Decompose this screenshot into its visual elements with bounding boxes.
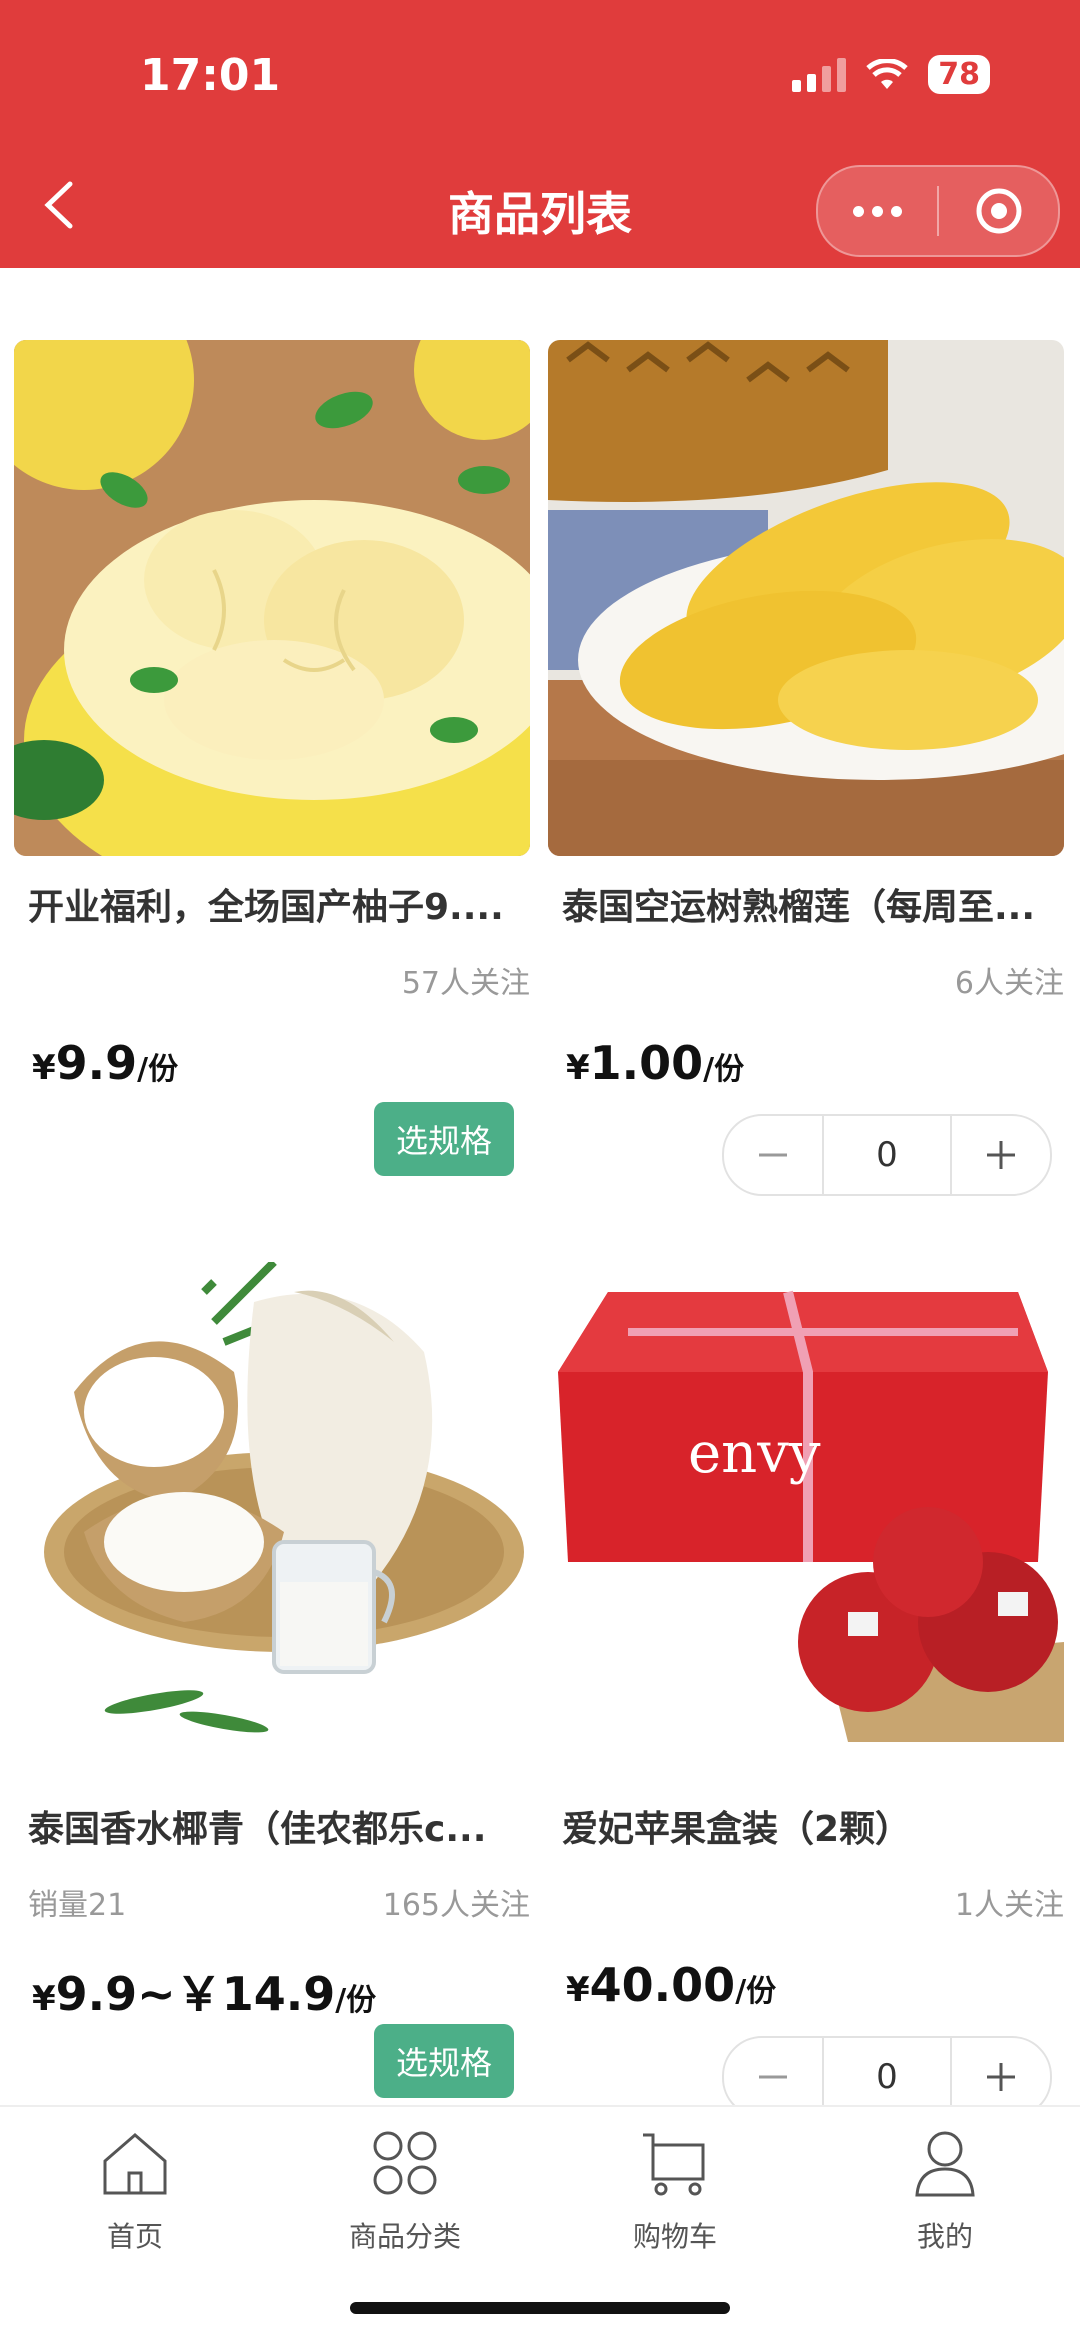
product-meta: 6人关注 xyxy=(548,958,1064,1002)
battery-indicator: 78 xyxy=(928,55,990,94)
product-price: ¥40.00/份 xyxy=(548,1958,1064,2012)
product-card[interactable]: 泰国香水椰青（佳农都乐c... 销量21 165人关注 ¥9.9~￥14.9/份… xyxy=(14,1262,530,2098)
product-name: 爱妃苹果盒装（2颗） xyxy=(562,1809,912,1850)
product-image-apple-box[interactable]: envy xyxy=(548,1262,1064,1778)
select-spec-button[interactable]: 选规格 xyxy=(373,1102,514,1176)
product-card[interactable]: 泰国空运树熟榴莲（每周至... 6人关注 ¥1.00/份 0 xyxy=(548,340,1064,1196)
decrease-button[interactable] xyxy=(724,1116,822,1194)
nav-item-home[interactable]: 首页 xyxy=(45,2127,225,2255)
nav-label: 首页 xyxy=(106,2220,163,2253)
product-image-durian[interactable] xyxy=(548,340,1064,856)
product-card[interactable]: 开业福利，全场国产柚子9.... 57人关注 ¥9.9/份 选规格 xyxy=(14,340,530,1176)
mini-program-capsule xyxy=(816,165,1060,257)
product-card[interactable]: envy 爱妃苹果盒装（2颗） 1人关注 ¥40.00/份 0 xyxy=(548,1262,1064,2118)
followers-count: 165人关注 xyxy=(382,1888,530,1923)
product-price: ¥1.00/份 xyxy=(548,1036,1064,1090)
close-target-icon[interactable] xyxy=(939,186,1058,236)
product-name: 开业福利，全场国产柚子9.... xyxy=(28,887,504,928)
followers-count: 1人关注 xyxy=(954,1888,1064,1923)
price-unit: /份 xyxy=(137,1052,179,1087)
product-image-pomelo[interactable] xyxy=(14,340,530,856)
product-image-coconut[interactable] xyxy=(14,1262,530,1778)
more-icon[interactable] xyxy=(818,205,937,217)
nav-item-mine[interactable]: 我的 xyxy=(855,2127,1035,2255)
price-unit: /份 xyxy=(703,1052,745,1087)
select-spec-button[interactable]: 选规格 xyxy=(373,2024,514,2098)
product-price: ¥9.9~￥14.9/份 xyxy=(14,1958,530,2024)
sales-count: 销量21 xyxy=(28,1888,127,1923)
category-icon xyxy=(373,2131,437,2195)
home-indicator xyxy=(350,2302,730,2314)
product-meta: 57人关注 xyxy=(14,958,530,1002)
home-icon xyxy=(103,2133,167,2195)
price-value: 1.00 xyxy=(589,1036,704,1090)
cart-icon xyxy=(643,2133,705,2196)
wifi-icon xyxy=(866,58,908,89)
product-meta: 1人关注 xyxy=(548,1880,1064,1924)
price-unit: /份 xyxy=(335,1983,377,2018)
header-bar: 17:01 78 商品列表 xyxy=(0,0,1080,268)
followers-count: 57人关注 xyxy=(401,966,530,1001)
nav-item-cart[interactable]: 购物车 xyxy=(585,2127,765,2255)
status-icons: 78 xyxy=(792,55,990,94)
price-value: 9.9~￥14.9 xyxy=(55,1967,336,2021)
price-currency: ¥ xyxy=(32,1048,56,1088)
user-icon xyxy=(915,2131,975,2197)
price-currency: ¥ xyxy=(32,1979,56,2019)
nav-label: 我的 xyxy=(916,2220,973,2253)
signal-icon xyxy=(792,57,847,92)
nav-item-category[interactable]: 商品分类 xyxy=(315,2127,495,2255)
price-value: 40.00 xyxy=(589,1958,736,2012)
quantity-stepper: 0 xyxy=(722,1114,1052,1196)
box-brand-logo: envy xyxy=(688,1421,821,1486)
product-price: ¥9.9/份 xyxy=(14,1036,530,1090)
price-unit: /份 xyxy=(735,1974,777,2009)
status-time: 17:01 xyxy=(140,50,281,101)
nav-label: 购物车 xyxy=(632,2220,717,2253)
price-value: 9.9 xyxy=(55,1036,138,1090)
price-currency: ¥ xyxy=(566,1970,590,2010)
quantity-value[interactable]: 0 xyxy=(822,1116,952,1194)
price-currency: ¥ xyxy=(566,1048,590,1088)
increase-button[interactable] xyxy=(952,1116,1050,1194)
product-meta: 销量21 165人关注 xyxy=(14,1880,530,1924)
product-name: 泰国空运树熟榴莲（每周至... xyxy=(562,887,1036,928)
followers-count: 6人关注 xyxy=(954,966,1064,1001)
product-name: 泰国香水椰青（佳农都乐c... xyxy=(28,1809,487,1850)
nav-label: 商品分类 xyxy=(348,2220,461,2253)
